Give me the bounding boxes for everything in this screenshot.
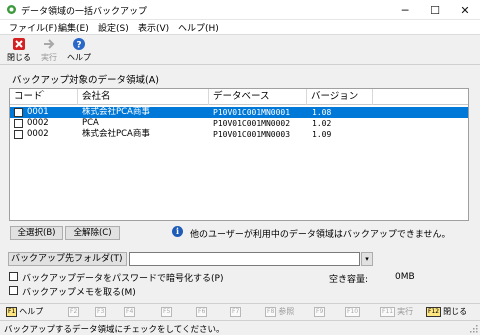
column-header-code-label: コード <box>14 91 43 102</box>
backup-folder-button[interactable]: バックアップ先フォルダ(T) <box>8 252 127 266</box>
info-message: 他のユーザーが利用中のデータ領域はバックアップできません。 <box>190 230 451 240</box>
fkey-cap: F12 <box>426 307 442 317</box>
menu-bar: ファイル(F) 編集(E) 設定(S) 表示(V) ヘルプ(H) <box>0 20 480 35</box>
help-tool-button[interactable]: ? ヘルプ <box>64 37 94 63</box>
fkey-cap: F3 <box>95 307 107 317</box>
fkey-f12[interactable]: F12 閉じる <box>426 307 467 318</box>
fkey-cap: F7 <box>230 307 242 317</box>
fkey-cap: F10 <box>345 307 361 317</box>
fkey-cap: F11 <box>380 307 396 317</box>
fkey-cap: F6 <box>196 307 208 317</box>
minimize-button[interactable]: ─ <box>390 0 420 20</box>
fkey-f8[interactable]: F8 参照 <box>265 307 294 318</box>
row-database: P10V01C001MN0002 <box>213 119 291 128</box>
column-header-company[interactable]: 会社名 <box>78 89 209 105</box>
memo-checkbox[interactable] <box>9 286 18 295</box>
fkey-cap: F4 <box>124 307 136 317</box>
menu-edit[interactable]: 編集(E) <box>58 21 89 34</box>
close-x-icon <box>13 38 25 50</box>
window-title: データ領域の一括バックアップ <box>21 7 148 17</box>
run-tool-button[interactable]: 実行 <box>34 37 64 63</box>
menu-help[interactable]: ヘルプ(H) <box>178 21 219 34</box>
fkey-f1[interactable]: F1 ヘルプ <box>6 307 43 318</box>
free-space-value: 0MB <box>395 272 415 282</box>
fkey-cap: F8 <box>265 307 277 317</box>
maximize-button[interactable]: ☐ <box>420 0 450 20</box>
help-question-icon: ? <box>73 38 85 51</box>
folder-dropdown-icon[interactable]: ▾ <box>361 252 373 266</box>
fkey-label: ヘルプ <box>19 307 44 316</box>
row-version: 1.09 <box>312 130 332 139</box>
fkey-label: 閉じる <box>443 307 468 316</box>
row-company: PCA <box>82 118 99 128</box>
deselect-all-button[interactable]: 全解除(C) <box>65 226 120 240</box>
sort-indicator-icon: ^ <box>40 90 46 97</box>
table-row[interactable]: 0002 株式会社PCA商事 P10V01C001MN0003 1.09 <box>10 129 468 140</box>
fkey-cap: F5 <box>161 307 173 317</box>
function-key-bar: F1 ヘルプ F2 F3 F4 F5 F6 F7 F8 参照 F9 F10 F11 実… <box>0 303 480 320</box>
menu-view[interactable]: 表示(V) <box>138 21 169 34</box>
close-window-button[interactable]: ✕ <box>450 0 480 20</box>
backup-target-label: バックアップ対象のデータ領域(A) <box>12 75 159 86</box>
select-all-button[interactable]: 全選択(B) <box>10 226 63 240</box>
table-row[interactable]: 0002 PCA P10V01C001MN0002 1.02 <box>10 118 468 129</box>
run-arrow-icon <box>44 39 55 49</box>
fkey-label: 参照 <box>278 307 295 316</box>
resize-grip-icon[interactable] <box>468 323 478 333</box>
menu-file[interactable]: ファイル(F) <box>9 21 57 34</box>
table-header: コード ^ 会社名 データベース バージョン <box>10 89 468 105</box>
row-company: 株式会社PCA商事 <box>82 129 150 139</box>
fkey-cap: F9 <box>314 307 326 317</box>
menu-settings[interactable]: 設定(S) <box>98 21 129 34</box>
row-database: P10V01C001MN0003 <box>213 130 291 139</box>
fkey-f10[interactable]: F10 <box>345 307 361 318</box>
encrypt-checkbox[interactable] <box>9 272 18 281</box>
info-icon: i <box>172 226 183 237</box>
fkey-f4[interactable]: F4 <box>124 307 136 318</box>
data-area-table[interactable]: コード ^ 会社名 データベース バージョン 0001 株式会社PCA商事 P1… <box>9 88 469 221</box>
app-icon <box>7 5 16 14</box>
fkey-cap: F2 <box>68 307 80 317</box>
fkey-f5[interactable]: F5 <box>161 307 173 318</box>
column-header-database[interactable]: データベース <box>209 89 307 105</box>
toolbar: 閉じる 実行 ? ヘルプ <box>0 35 480 65</box>
row-checkbox[interactable] <box>14 108 23 117</box>
memo-label: バックアップメモを取る(M) <box>22 288 136 298</box>
row-version: 1.08 <box>312 108 332 117</box>
status-message: バックアップするデータ領域にチェックをしてください。 <box>4 325 225 335</box>
column-header-code[interactable]: コード ^ <box>10 89 78 105</box>
fkey-cap: F1 <box>6 307 18 317</box>
close-tool-button[interactable]: 閉じる <box>4 37 34 63</box>
row-database: P10V01C001MN0001 <box>213 108 291 117</box>
fkey-f9[interactable]: F9 <box>314 307 326 318</box>
column-header-version[interactable]: バージョン <box>307 89 373 105</box>
row-code: 0001 <box>27 107 49 117</box>
fkey-label: 実行 <box>397 307 414 316</box>
row-checkbox[interactable] <box>14 119 23 128</box>
fkey-f2[interactable]: F2 <box>68 307 80 318</box>
title-bar: データ領域の一括バックアップ ─ ☐ ✕ <box>0 0 480 20</box>
encrypt-label: バックアップデータをパスワードで暗号化する(P) <box>22 274 224 284</box>
table-row[interactable]: 0001 株式会社PCA商事 P10V01C001MN0001 1.08 <box>10 107 468 118</box>
free-space-label: 空き容量: <box>329 275 369 285</box>
run-tool-label: 実行 <box>41 53 57 62</box>
backup-folder-input[interactable] <box>129 252 360 266</box>
row-company: 株式会社PCA商事 <box>82 107 150 117</box>
row-version: 1.02 <box>312 119 332 128</box>
status-bar: バックアップするデータ領域にチェックをしてください。 <box>0 320 480 335</box>
row-checkbox[interactable] <box>14 130 23 139</box>
close-tool-label: 閉じる <box>7 53 31 62</box>
fkey-f11[interactable]: F11 実行 <box>380 307 413 318</box>
row-code: 0002 <box>27 129 49 139</box>
help-tool-label: ヘルプ <box>67 53 91 62</box>
fkey-f7[interactable]: F7 <box>230 307 242 318</box>
fkey-f6[interactable]: F6 <box>196 307 208 318</box>
row-code: 0002 <box>27 118 49 128</box>
svg-text:?: ? <box>76 41 81 51</box>
fkey-f3[interactable]: F3 <box>95 307 107 318</box>
